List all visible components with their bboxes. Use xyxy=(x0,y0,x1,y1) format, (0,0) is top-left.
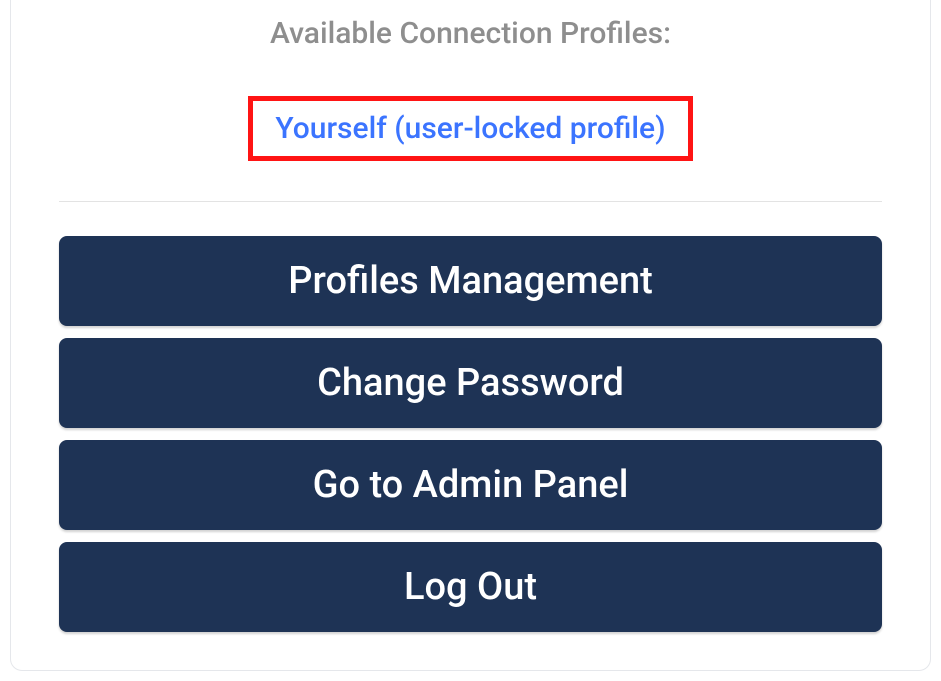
profile-link-highlight: Yourself (user-locked profile) xyxy=(248,96,692,161)
panel-card: Available Connection Profiles: Yourself … xyxy=(10,0,931,671)
divider xyxy=(59,201,882,202)
profiles-title: Available Connection Profiles: xyxy=(59,16,882,51)
button-stack: Profiles Management Change Password Go t… xyxy=(59,236,882,632)
log-out-button[interactable]: Log Out xyxy=(59,542,882,632)
profiles-section: Available Connection Profiles: Yourself … xyxy=(59,0,882,201)
change-password-button[interactable]: Change Password xyxy=(59,338,882,428)
admin-panel-button[interactable]: Go to Admin Panel xyxy=(59,440,882,530)
profile-link-yourself[interactable]: Yourself (user-locked profile) xyxy=(275,111,665,146)
profiles-management-button[interactable]: Profiles Management xyxy=(59,236,882,326)
